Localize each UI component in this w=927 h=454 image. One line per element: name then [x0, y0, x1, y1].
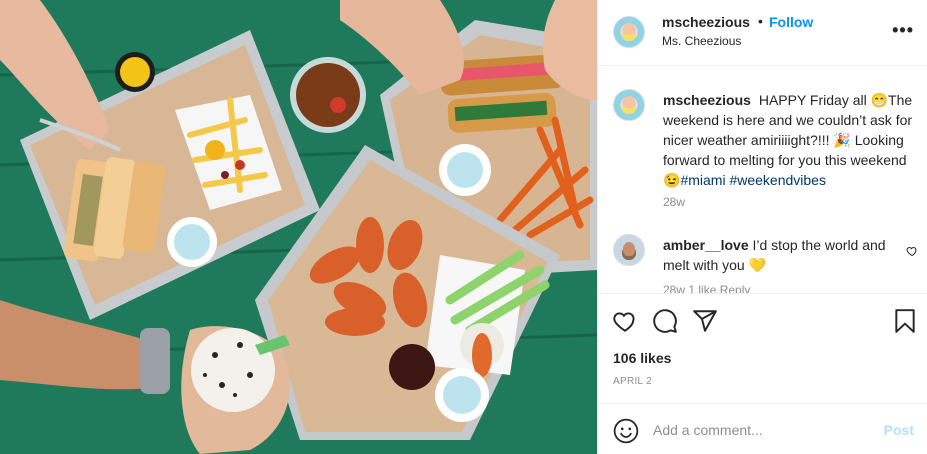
author-avatar[interactable] [613, 16, 645, 48]
post-date[interactable]: APRIL 2 [613, 376, 652, 387]
comment-input[interactable] [653, 420, 873, 440]
food-photo-image [0, 0, 597, 454]
post-header: mscheezious • Follow Ms. Cheezious ••• [598, 0, 927, 66]
follow-button[interactable]: Follow [769, 14, 813, 30]
commenter-username[interactable]: amber__love [663, 237, 749, 253]
comment-text: amber__love I’d stop the world and melt … [663, 235, 893, 275]
caption-age[interactable]: 28w [663, 195, 685, 209]
action-bar: 106 likes APRIL 2 [598, 293, 927, 403]
hashtag-link[interactable]: #weekendvibes [729, 172, 826, 188]
caption-text: mscheezious HAPPY Friday all 😁The weeken… [663, 90, 918, 190]
post-sidebar: mscheezious • Follow Ms. Cheezious ••• m… [597, 0, 927, 454]
comment-meta: 28w 1 like Reply [663, 283, 751, 293]
caption-avatar[interactable] [613, 89, 645, 121]
separator-dot: • [758, 13, 763, 29]
comment-icon[interactable] [652, 308, 678, 334]
bookmark-icon[interactable] [892, 308, 918, 334]
hashtag-link[interactable]: #miami [680, 172, 725, 188]
emoji-icon[interactable] [613, 418, 639, 444]
post-photo[interactable] [0, 0, 597, 454]
add-comment-bar: Post [598, 403, 927, 454]
likes-count[interactable]: 106 likes [613, 350, 671, 366]
caption-username[interactable]: mscheezious [663, 92, 751, 108]
author-username[interactable]: mscheezious [662, 14, 750, 30]
comments-section[interactable]: mscheezious HAPPY Friday all 😁The weeken… [598, 67, 927, 293]
heart-icon[interactable] [612, 308, 638, 334]
share-icon[interactable] [692, 308, 718, 334]
post-button[interactable]: Post [884, 422, 914, 438]
author-display-name: Ms. Cheezious [662, 34, 742, 48]
comment-heart-icon[interactable] [906, 245, 918, 257]
more-icon[interactable]: ••• [892, 20, 914, 41]
commenter-avatar[interactable] [613, 234, 645, 266]
